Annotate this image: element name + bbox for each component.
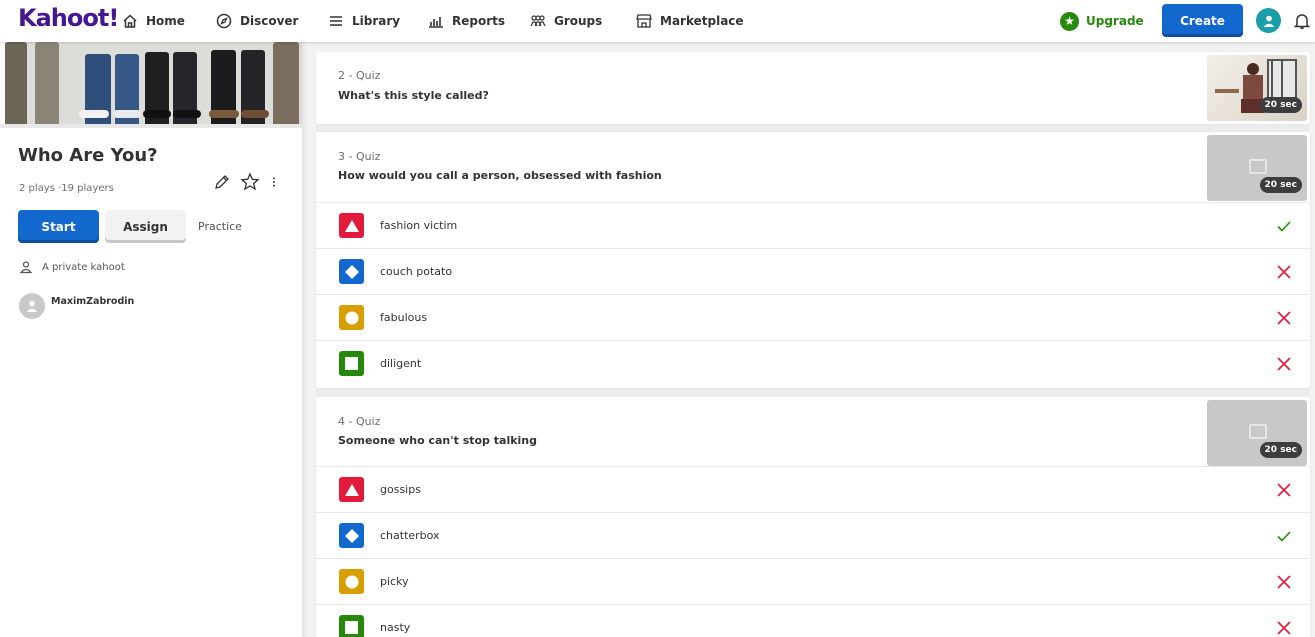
cross-icon [1277, 310, 1291, 325]
square-icon [339, 615, 364, 637]
nav-library[interactable]: Library [328, 0, 400, 42]
home-icon [123, 14, 137, 28]
user-icon [26, 300, 38, 312]
panel-shadow [302, 42, 308, 637]
upgrade-button[interactable]: ★ Upgrade [1060, 0, 1144, 42]
profile-avatar[interactable] [1256, 8, 1281, 33]
plays-count: 2 plays ·19 players [19, 183, 114, 194]
question-card[interactable]: 2 - Quiz What's this style called? 20 se… [316, 52, 1310, 124]
cover-divider [0, 124, 302, 128]
answer-row: nasty [316, 604, 1310, 637]
answer-text: couch potato [380, 265, 453, 278]
create-button[interactable]: Create [1162, 4, 1243, 37]
triangle-icon [339, 477, 364, 502]
nav-reports[interactable]: Reports [428, 0, 505, 42]
bell-icon[interactable] [1293, 12, 1311, 30]
cross-icon [1277, 574, 1291, 589]
bar-chart-icon [429, 17, 443, 28]
cross-icon [1277, 620, 1291, 635]
answer-row: chatterbox [316, 512, 1310, 558]
kahoot-title: Who Are You? [18, 145, 158, 166]
time-limit-badge: 20 sec [1259, 97, 1302, 113]
answer-text: diligent [380, 357, 422, 370]
creator-avatar [19, 293, 45, 319]
cross-icon [1277, 264, 1291, 279]
question-text: Someone who can't stop talking [338, 434, 537, 447]
time-limit-badge: 20 sec [1259, 177, 1302, 193]
question-card[interactable]: 3 - Quiz How would you call a person, ob… [316, 132, 1310, 388]
nav-library-label: Library [352, 14, 401, 28]
answer-row: fashion victim [316, 202, 1310, 248]
nav-marketplace-label: Marketplace [660, 14, 744, 28]
nav-groups-label: Groups [554, 14, 603, 28]
star-outline-icon[interactable] [240, 172, 260, 192]
top-nav: Kahoot! Home Discover Library Reports Gr… [0, 0, 1315, 42]
kahoot-logo[interactable]: Kahoot! [18, 4, 119, 32]
question-card[interactable]: 4 - Quiz Someone who can't stop talking … [316, 397, 1310, 637]
upgrade-label: Upgrade [1086, 14, 1144, 28]
question-number: 2 - Quiz [338, 69, 381, 82]
question-image-placeholder: 20 sec [1207, 135, 1307, 201]
assign-button[interactable]: Assign [105, 210, 186, 243]
visibility-info: A private kahoot [19, 260, 125, 274]
answer-text: fabulous [380, 311, 428, 324]
answer-row: couch potato [316, 248, 1310, 294]
answer-text: nasty [380, 621, 411, 634]
question-image: 20 sec [1207, 55, 1307, 121]
circle-icon [339, 305, 364, 330]
person-icon [19, 261, 33, 274]
visibility-label: A private kahoot [42, 261, 125, 273]
question-text: What's this style called? [338, 89, 489, 102]
creator-name: MaximZabrodin [51, 296, 135, 307]
nav-marketplace[interactable]: Marketplace [636, 0, 744, 42]
diamond-icon [339, 523, 364, 548]
kahoot-actions [212, 172, 280, 192]
kahoot-details-panel: Who Are You? 2 plays ·19 players Start A… [0, 42, 302, 637]
answer-text: chatterbox [380, 529, 440, 542]
cross-icon [1277, 356, 1291, 371]
answer-row: diligent [316, 340, 1310, 386]
question-image-placeholder: 20 sec [1207, 400, 1307, 466]
nav-home-label: Home [146, 14, 185, 28]
triangle-icon [339, 213, 364, 238]
time-limit-badge: 20 sec [1259, 442, 1302, 458]
check-icon [1277, 530, 1291, 542]
user-icon [1263, 15, 1274, 27]
nav-discover-label: Discover [240, 14, 299, 28]
square-icon [339, 351, 364, 376]
people-icon [530, 15, 546, 27]
question-text: How would you call a person, obsessed wi… [338, 169, 662, 182]
practice-button[interactable]: Practice [198, 220, 242, 233]
answer-text: fashion victim [380, 219, 458, 232]
question-number: 4 - Quiz [338, 415, 381, 428]
nav-home[interactable]: Home [122, 0, 185, 42]
answer-text: picky [380, 575, 409, 588]
diamond-icon [339, 259, 364, 284]
start-button[interactable]: Start [18, 210, 99, 243]
cover-image [5, 42, 302, 124]
more-options-icon[interactable] [268, 172, 280, 192]
store-icon [636, 14, 652, 28]
card-divider [316, 390, 1310, 396]
creator[interactable]: MaximZabrodin [19, 293, 134, 319]
star-icon: ★ [1060, 11, 1079, 31]
answer-text: gossips [380, 483, 421, 496]
answer-row: fabulous [316, 294, 1310, 340]
list-icon [330, 16, 342, 26]
pencil-icon[interactable] [212, 172, 232, 192]
image-icon [1249, 159, 1267, 174]
question-number: 3 - Quiz [338, 150, 381, 163]
compass-icon [216, 13, 232, 29]
answer-row: gossips [316, 466, 1310, 512]
nav-groups[interactable]: Groups [530, 0, 602, 42]
answer-row: picky [316, 558, 1310, 604]
check-icon [1277, 220, 1291, 232]
nav-reports-label: Reports [452, 14, 506, 28]
nav-discover[interactable]: Discover [216, 0, 298, 42]
cross-icon [1277, 482, 1291, 497]
image-icon [1249, 424, 1267, 439]
circle-icon [339, 569, 364, 594]
